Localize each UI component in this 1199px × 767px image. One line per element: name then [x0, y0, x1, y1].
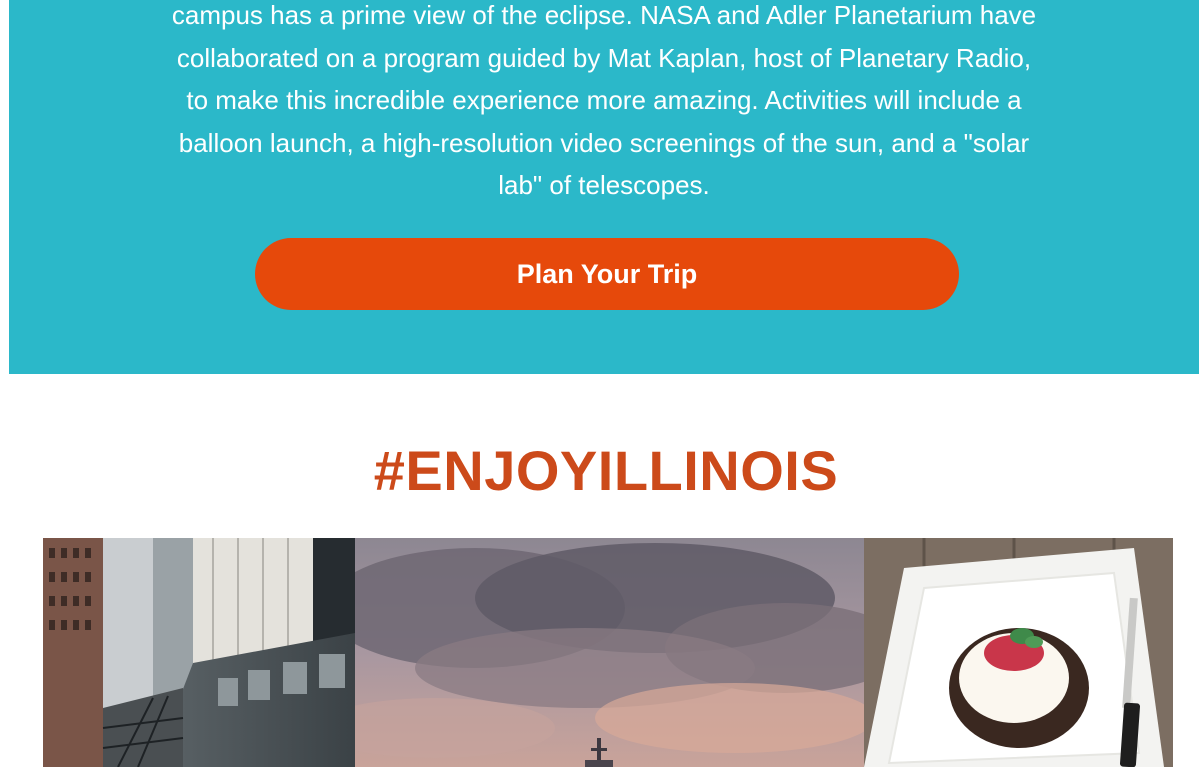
elevated-train-photo[interactable]	[43, 538, 355, 767]
eclipse-description-line: collaborated on a program guided by Mat …	[176, 42, 1032, 73]
stormy-sky-photo[interactable]	[355, 538, 864, 767]
dessert-plate-photo[interactable]	[864, 538, 1173, 767]
email-page: campus has a prime view of the eclipse. …	[0, 0, 1199, 767]
eclipse-description-line: campus has a prime view of the eclipse. …	[171, 0, 1037, 30]
hashtag-heading: #ENJOYILLINOIS	[373, 439, 839, 502]
eclipse-description-line: balloon launch, a high-resolution video …	[178, 127, 1030, 158]
eclipse-event-section: campus has a prime view of the eclipse. …	[9, 0, 1199, 374]
eclipse-description: campus has a prime view of the eclipse. …	[9, 0, 1199, 207]
eclipse-description-line: to make this incredible experience more …	[186, 85, 1022, 115]
eclipse-description-line: lab" of telescopes.	[498, 170, 710, 200]
plan-your-trip-button[interactable]: Plan Your Trip	[255, 238, 959, 310]
